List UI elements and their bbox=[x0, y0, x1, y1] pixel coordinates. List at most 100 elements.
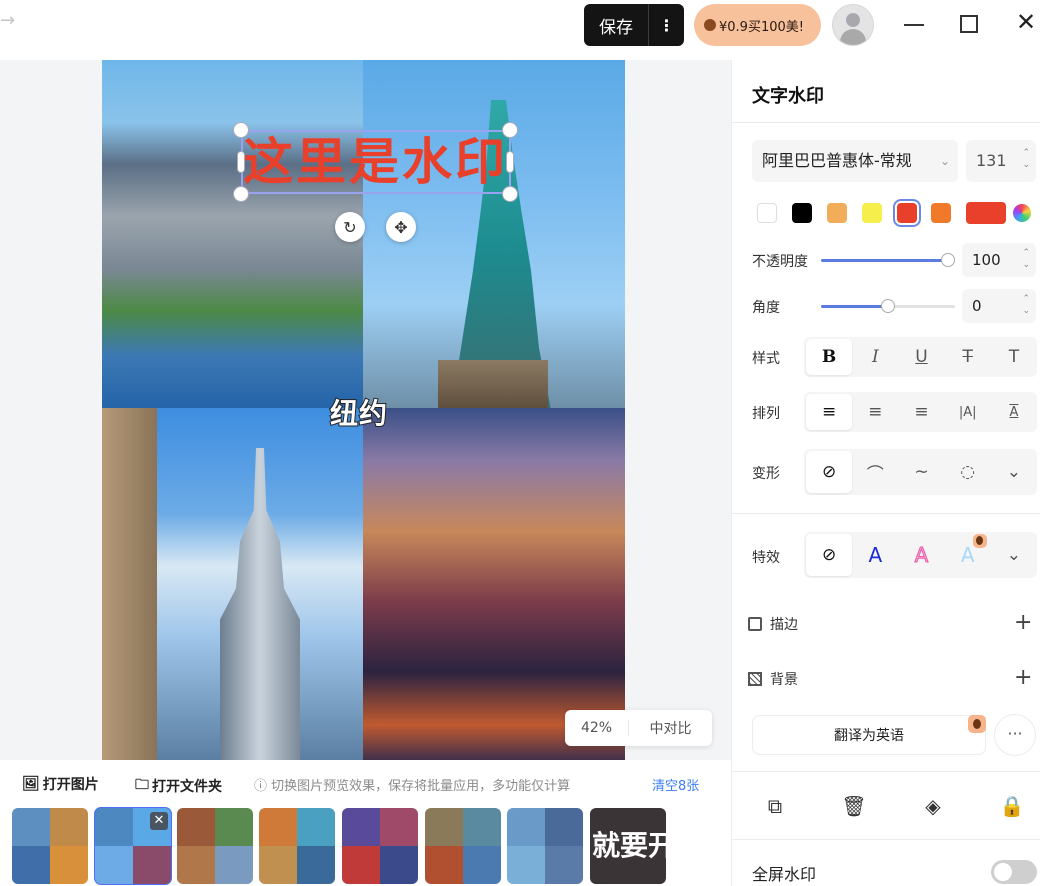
zoom-level[interactable]: 42% bbox=[565, 720, 629, 736]
wave-icon[interactable]: ∼ bbox=[898, 451, 944, 493]
stroke-icon bbox=[748, 617, 762, 631]
effect-blue-text-icon[interactable]: A bbox=[852, 534, 898, 576]
maximize-icon[interactable] bbox=[960, 15, 978, 33]
divider bbox=[732, 839, 1040, 840]
arc-up-icon[interactable]: ⌒ bbox=[852, 451, 898, 493]
duplicate-icon[interactable]: ⧉ bbox=[762, 793, 788, 819]
circle-text-icon[interactable]: ◌ bbox=[945, 451, 991, 493]
translate-button[interactable]: 翻译为英语 bbox=[752, 715, 986, 755]
image-quadrant-empire bbox=[102, 408, 363, 760]
align-center-icon[interactable]: ≡ bbox=[852, 394, 898, 430]
resize-handle[interactable] bbox=[506, 151, 514, 173]
thumbnail-selected[interactable]: ✕ bbox=[94, 807, 172, 885]
thumbnail[interactable]: 就要开 bbox=[590, 808, 666, 884]
remove-thumbnail-icon[interactable]: ✕ bbox=[150, 812, 168, 830]
hint-text: ⓘ 切换图片预览效果，保存将批量应用，多功能仅计算 bbox=[254, 779, 571, 794]
divider bbox=[732, 771, 1040, 772]
thumbnail[interactable] bbox=[342, 808, 418, 884]
color-swatch-yellow[interactable] bbox=[862, 203, 882, 223]
font-select[interactable]: 阿里巴巴普惠体-常规 ⌄ bbox=[752, 140, 958, 182]
thumbnail[interactable] bbox=[12, 808, 88, 884]
thumbnail[interactable] bbox=[177, 808, 253, 884]
angle-input[interactable]: 0 ⌃ ⌄ bbox=[962, 289, 1036, 323]
save-button[interactable]: 保存 bbox=[584, 13, 648, 38]
layers-icon[interactable]: ◈ bbox=[920, 793, 946, 819]
compare-button[interactable]: 中对比 bbox=[629, 718, 712, 738]
no-effect-icon[interactable]: ⊘ bbox=[806, 534, 853, 576]
open-folder-button[interactable]: 🗀 打开文件夹 bbox=[135, 774, 222, 798]
delete-icon[interactable]: 🗑 bbox=[841, 793, 867, 819]
color-swatch-orange[interactable] bbox=[931, 203, 951, 223]
back-arrow-icon[interactable]: → bbox=[0, 10, 15, 31]
image-icon: 🖼 bbox=[22, 776, 40, 792]
vip-coin-badge-icon bbox=[972, 534, 987, 548]
watermark-text[interactable]: 这里是水印 bbox=[243, 132, 508, 192]
effect-light-blue-icon[interactable]: A bbox=[945, 534, 991, 576]
folder-icon: 🗀 bbox=[135, 777, 149, 793]
save-more-icon[interactable]: ⋮ bbox=[649, 16, 684, 35]
resize-handle[interactable] bbox=[233, 122, 249, 138]
rotate-icon[interactable]: ↻ bbox=[335, 212, 365, 242]
color-swatch-white[interactable] bbox=[757, 203, 777, 223]
arrange-label: 排列 bbox=[752, 406, 780, 422]
current-color-swatch[interactable] bbox=[966, 202, 1006, 224]
no-transform-icon[interactable]: ⊘ bbox=[806, 451, 853, 493]
effect-pink-outline-icon[interactable]: A bbox=[898, 534, 944, 576]
image-quadrant-skyline bbox=[102, 60, 363, 408]
add-stroke-button[interactable]: + bbox=[1014, 612, 1032, 634]
add-background-button[interactable]: + bbox=[1014, 667, 1032, 689]
vertical-text-icon[interactable]: T bbox=[991, 339, 1037, 375]
stepper-arrows-icon[interactable]: ⌃ ⌄ bbox=[1022, 247, 1030, 271]
thumbnail[interactable] bbox=[259, 808, 335, 884]
thumbnail[interactable] bbox=[425, 808, 501, 884]
color-swatch-black[interactable] bbox=[792, 203, 812, 223]
image-quadrant-night bbox=[363, 408, 625, 760]
background-icon bbox=[748, 672, 762, 686]
align-right-icon[interactable]: ≡ bbox=[898, 394, 944, 430]
letter-spacing-icon[interactable]: |A| bbox=[945, 394, 991, 430]
resize-handle[interactable] bbox=[502, 122, 518, 138]
chevron-down-icon[interactable]: ⌄ bbox=[991, 451, 1037, 493]
transform-label: 变形 bbox=[752, 466, 780, 482]
color-swatch-orange-light[interactable] bbox=[827, 203, 847, 223]
slider-handle[interactable] bbox=[881, 299, 895, 313]
resize-handle[interactable] bbox=[237, 151, 245, 173]
avatar[interactable] bbox=[832, 4, 874, 46]
effect-toolbar: ⊘ A A A ⌄ bbox=[804, 532, 1037, 578]
fullscreen-watermark-label: 全屏水印 bbox=[752, 865, 817, 884]
opacity-input[interactable]: 100 ⌃ ⌄ bbox=[962, 243, 1036, 277]
chevron-down-icon[interactable]: ⌄ bbox=[991, 534, 1037, 576]
divider bbox=[732, 513, 1040, 514]
open-image-button[interactable]: 🖼 打开图片 bbox=[22, 774, 99, 794]
resize-handle[interactable] bbox=[502, 186, 518, 202]
opacity-slider[interactable] bbox=[821, 253, 955, 267]
promo-button[interactable]: ¥0.9买100美! bbox=[694, 4, 821, 46]
top-bar: → 保存 ⋮ ¥0.9买100美! ✕ bbox=[0, 0, 1040, 60]
slider-handle[interactable] bbox=[941, 253, 955, 267]
lock-icon[interactable]: 🔒 bbox=[999, 793, 1025, 819]
bold-icon[interactable]: B bbox=[806, 339, 853, 375]
editor-canvas: 纽约 这里是水印 ↻ ✥ 42% 中对比 bbox=[0, 60, 731, 760]
resize-handle[interactable] bbox=[233, 186, 249, 202]
line-spacing-icon[interactable]: A bbox=[991, 394, 1037, 430]
close-icon[interactable]: ✕ bbox=[1016, 8, 1036, 36]
fullscreen-watermark-toggle[interactable] bbox=[991, 860, 1037, 884]
underline-icon[interactable]: U bbox=[898, 339, 944, 375]
chevron-down-icon: ⌄ bbox=[939, 154, 950, 168]
stepper-arrows-icon[interactable]: ⌃ ⌄ bbox=[1022, 293, 1030, 317]
effect-label: 特效 bbox=[752, 550, 780, 566]
stepper-arrows-icon[interactable]: ⌃ ⌄ bbox=[1022, 147, 1030, 171]
move-icon[interactable]: ✥ bbox=[386, 212, 416, 242]
panel-title: 文字水印 bbox=[752, 86, 824, 107]
italic-icon[interactable]: I bbox=[852, 339, 898, 375]
strikethrough-icon[interactable]: T bbox=[945, 339, 991, 375]
clear-button[interactable]: 清空8张 bbox=[652, 775, 699, 794]
thumbnail[interactable] bbox=[507, 808, 583, 884]
align-left-icon[interactable]: ≡ bbox=[806, 394, 853, 430]
font-size-stepper[interactable]: 131 ⌃ ⌄ bbox=[966, 140, 1036, 182]
color-swatch-red-selected[interactable] bbox=[893, 199, 921, 227]
more-options-button[interactable]: ··· bbox=[994, 714, 1036, 756]
angle-slider[interactable] bbox=[821, 299, 955, 313]
minimize-icon[interactable] bbox=[904, 24, 924, 26]
color-picker-icon[interactable] bbox=[1013, 204, 1031, 222]
